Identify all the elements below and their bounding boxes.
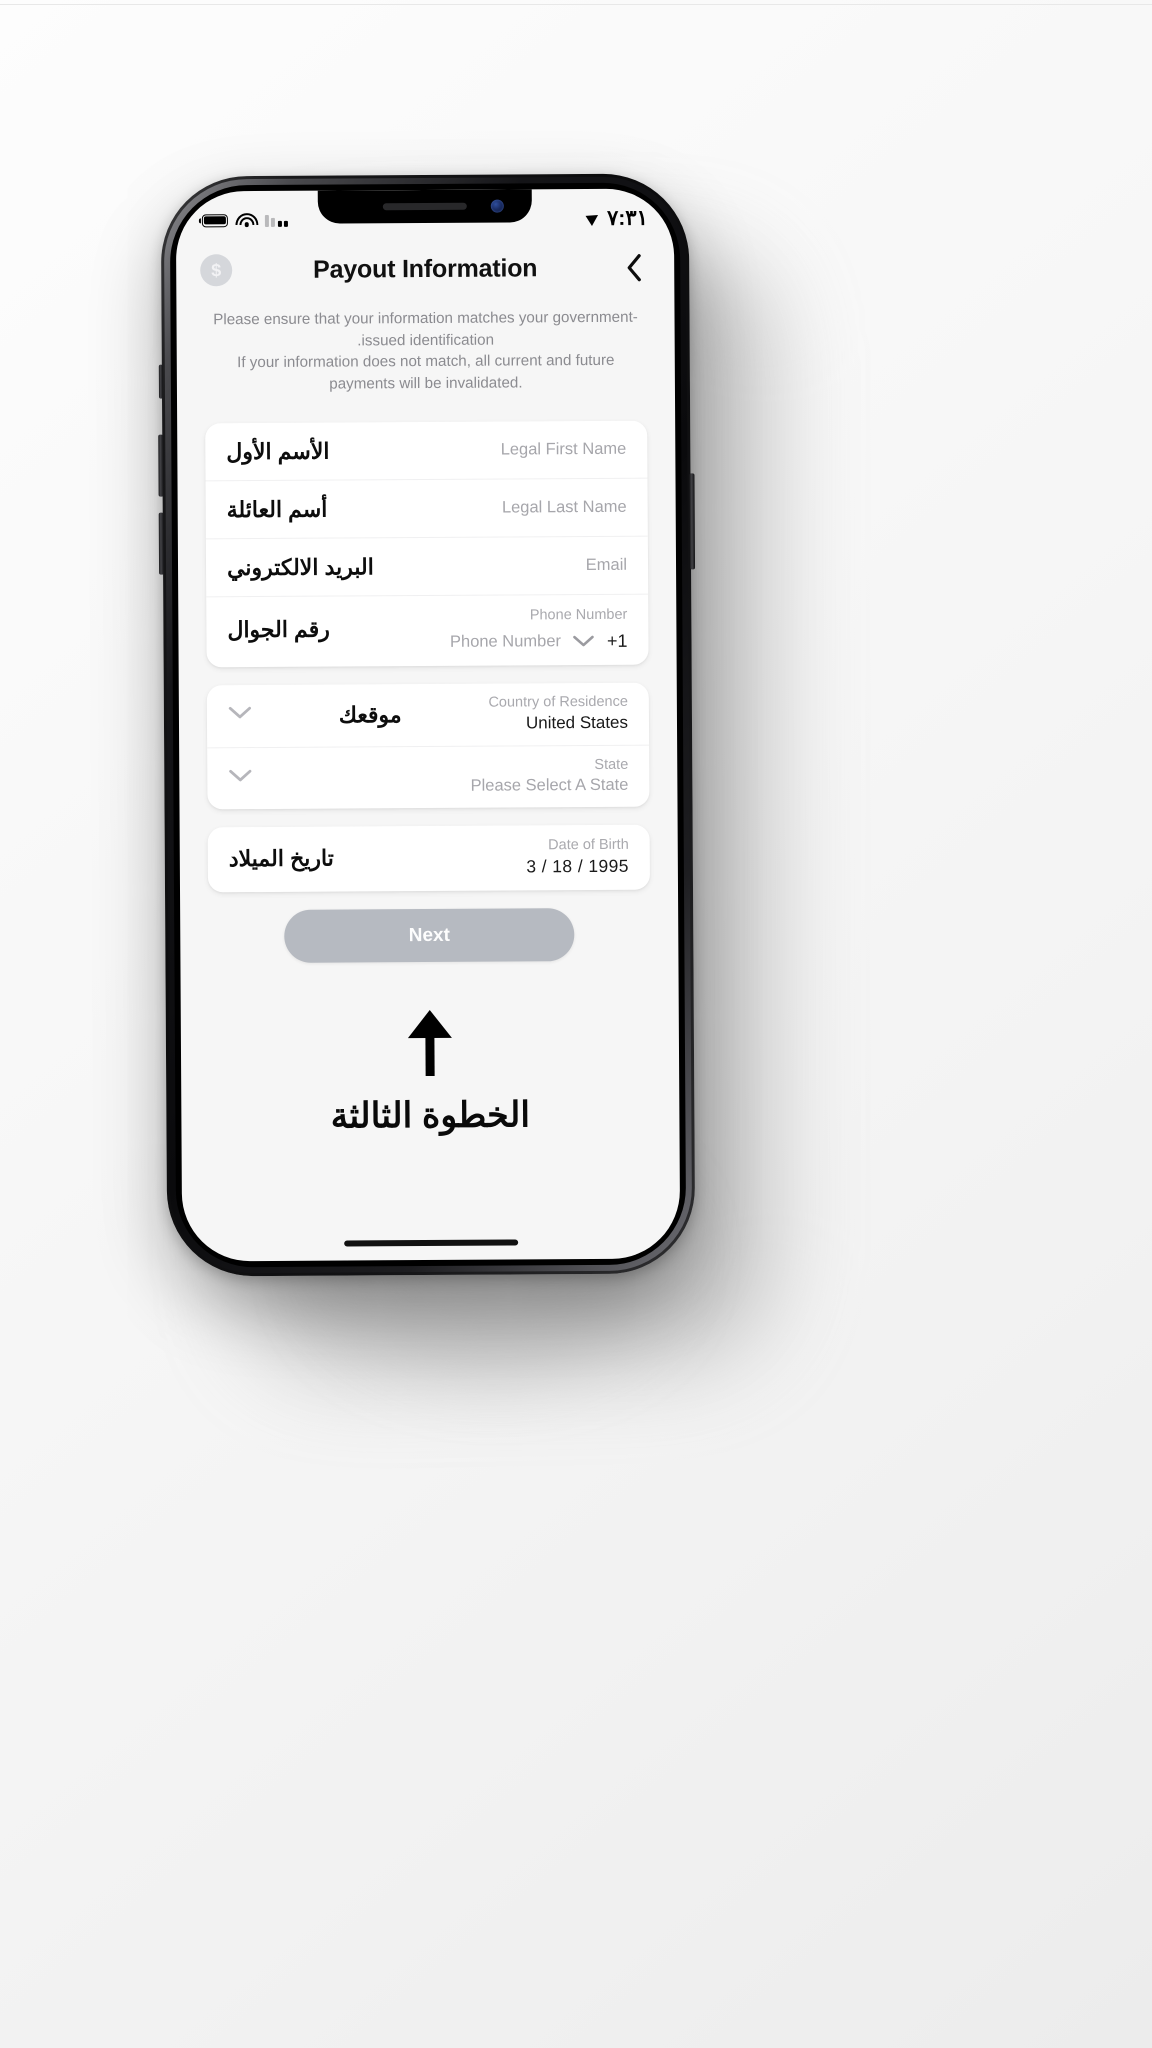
country-dropdown-toggle[interactable] <box>228 706 252 725</box>
arrow-shaft <box>425 1029 435 1077</box>
state-label-wrap <box>252 777 470 778</box>
home-indicator[interactable] <box>344 1239 519 1247</box>
volume-up-button[interactable] <box>158 434 164 497</box>
dob-row[interactable]: تاريخ الميلاد Date of Birth 3 / 18 / 199… <box>208 825 650 893</box>
phone-field-label: Phone Number <box>529 606 628 624</box>
payout-form: الأسم الأول Legal First Name أسم العائلة… <box>205 420 651 964</box>
country-right-group: Country of Residence United States <box>488 694 628 734</box>
status-bar: ٧:٣١ <box>176 188 674 239</box>
phone-device: ٧:٣١ $ Payout Information Please ensure … <box>158 173 696 1277</box>
next-button-label: Next <box>408 924 450 946</box>
status-bar-right-group: ٧:٣١ <box>585 205 648 230</box>
battery-icon <box>201 213 228 227</box>
dob-value[interactable]: 3 / 18 / 1995 <box>526 856 629 878</box>
dob-label-ar: تاريخ الميلاد <box>228 845 334 872</box>
location-arrow-icon <box>585 209 602 226</box>
description-line-2: .issued identification <box>357 331 495 350</box>
cellular-signal-icon <box>264 213 289 227</box>
status-bar-time: ٧:٣١ <box>606 206 648 230</box>
last-name-label-ar: أسم العائلة <box>226 496 328 522</box>
last-name-row[interactable]: أسم العائلة Legal Last Name <box>205 478 648 540</box>
chevron-down-icon <box>228 706 252 725</box>
back-button[interactable] <box>618 252 650 284</box>
state-dropdown-toggle[interactable] <box>228 769 252 788</box>
state-row[interactable]: State Please Select A State <box>207 746 649 810</box>
country-field-label: Country of Residence <box>488 693 628 711</box>
app-header: $ Payout Information <box>176 236 674 301</box>
personal-info-card: الأسم الأول Legal First Name أسم العائلة… <box>205 420 649 668</box>
description-line-3: If your information does not match, all … <box>237 352 615 372</box>
phone-right-group: Phone Number Phone Number +1 <box>450 607 628 653</box>
first-name-input[interactable]: Legal First Name <box>501 440 627 460</box>
dob-right-group: Date of Birth 3 / 18 / 1995 <box>526 837 629 878</box>
silent-switch[interactable] <box>158 364 164 399</box>
status-bar-left-group <box>201 213 289 228</box>
volume-down-button[interactable] <box>158 512 165 575</box>
description-line-1: Please ensure that your information matc… <box>213 308 638 329</box>
first-name-row[interactable]: الأسم الأول Legal First Name <box>205 420 648 482</box>
wifi-icon <box>234 213 258 227</box>
phone-screen: ٧:٣١ $ Payout Information Please ensure … <box>175 188 681 1262</box>
description-line-4: payments will be invalidated. <box>329 374 523 393</box>
first-name-label-ar: الأسم الأول <box>226 438 330 464</box>
dob-card: تاريخ الميلاد Date of Birth 3 / 18 / 199… <box>207 824 651 893</box>
annotation-group: الخطوة الثالثة <box>181 1008 680 1137</box>
power-button[interactable] <box>689 473 696 570</box>
top-divider <box>0 4 1152 5</box>
email-input[interactable]: Email <box>586 556 627 575</box>
country-value[interactable]: United States <box>526 713 628 734</box>
phone-country-dropdown[interactable] <box>573 635 595 648</box>
email-label-ar: البريد الالكتروني <box>226 553 374 580</box>
description-text: Please ensure that your information matc… <box>204 307 647 396</box>
email-row[interactable]: البريد الالكتروني Email <box>205 536 649 598</box>
country-label-wrap: موقعك <box>252 701 489 728</box>
state-field-label: State <box>594 756 629 773</box>
last-name-input[interactable]: Legal Last Name <box>502 498 627 518</box>
chevron-left-icon <box>624 253 644 283</box>
phone-number-input[interactable]: Phone Number <box>450 632 561 652</box>
avatar[interactable]: $ <box>200 254 233 287</box>
chevron-down-icon <box>228 769 252 788</box>
phone-row[interactable]: رقم الجوال Phone Number Phone Number +1 <box>206 595 648 668</box>
next-button[interactable]: Next <box>284 908 575 963</box>
chevron-down-icon <box>573 635 595 648</box>
country-label-ar: موقعك <box>338 701 402 728</box>
annotation-caption: الخطوة الثالثة <box>330 1095 531 1136</box>
phone-country-code: +1 <box>606 630 628 651</box>
state-value[interactable]: Please Select A State <box>471 776 629 796</box>
country-row[interactable]: موقعك Country of Residence United States <box>206 682 650 749</box>
location-card: موقعك Country of Residence United States <box>206 682 650 810</box>
phone-entry[interactable]: Phone Number +1 <box>450 631 628 653</box>
avatar-glyph: $ <box>211 259 222 280</box>
arrow-up-icon <box>400 1009 460 1077</box>
phone-label-ar: رقم الجوال <box>227 616 330 643</box>
page-title: Payout Information <box>313 253 538 284</box>
dob-field-label: Date of Birth <box>548 836 629 854</box>
state-right-group: State Please Select A State <box>470 756 629 796</box>
